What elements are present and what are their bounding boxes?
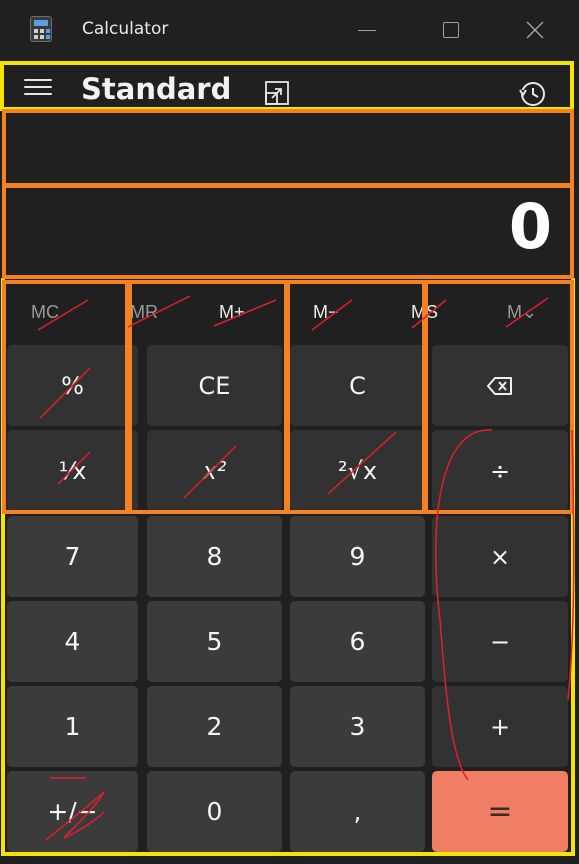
memory-list-button[interactable]: M⌄ [507,302,537,323]
window-title: Calculator [82,19,169,39]
digit-8-button[interactable]: 8 [147,516,282,597]
divide-button[interactable]: ÷ [432,430,568,511]
memory-recall-button[interactable]: MR [130,302,158,323]
digit-6-button[interactable]: 6 [290,601,425,682]
multiply-button[interactable]: × [432,516,568,597]
close-button[interactable] [512,12,558,48]
digit-4-button[interactable]: 4 [7,601,138,682]
keep-on-top-button[interactable] [264,80,290,106]
clear-entry-button[interactable]: CE [147,345,282,426]
equals-button[interactable]: = [432,771,568,852]
memory-clear-button[interactable]: MC [31,302,59,323]
memory-store-button[interactable]: MS [411,302,438,323]
digit-9-button[interactable]: 9 [290,516,425,597]
memory-add-button[interactable]: M+ [219,302,245,323]
calculator-header: Standard [0,60,579,110]
minimize-button[interactable] [344,12,390,48]
negate-button[interactable]: +/− [7,771,138,852]
reciprocal-button[interactable]: ⅟x [7,430,138,511]
digit-3-button[interactable]: 3 [290,686,425,767]
digit-0-button[interactable]: 0 [147,771,282,852]
expression-area [6,112,570,184]
digit-2-button[interactable]: 2 [147,686,282,767]
digit-7-button[interactable]: 7 [7,516,138,597]
history-button[interactable] [516,78,548,110]
keep-on-top-icon [265,81,289,105]
memory-row: MC MR M+ M− MS M⌄ [0,290,579,342]
square-button[interactable]: x² [147,430,282,511]
subtract-button[interactable]: − [432,601,568,682]
result-display: 0 [6,186,570,276]
digit-1-button[interactable]: 1 [7,686,138,767]
close-icon [526,21,544,39]
square-root-button[interactable]: ²√x [290,430,425,511]
backspace-icon [487,376,512,395]
maximize-button[interactable] [428,12,474,48]
navigation-menu-button[interactable] [22,74,54,100]
memory-subtract-button[interactable]: M− [313,302,339,323]
clear-button[interactable]: C [290,345,425,426]
digit-5-button[interactable]: 5 [147,601,282,682]
calculator-app-icon [30,16,52,42]
backspace-button[interactable] [432,345,568,426]
maximize-icon [443,22,459,38]
title-bar: Calculator [0,0,579,60]
percent-button[interactable]: % [7,345,138,426]
display-value: 0 [508,190,552,263]
add-button[interactable]: + [432,686,568,767]
mode-title: Standard [81,72,232,106]
history-icon [519,82,545,106]
minimize-icon [358,29,376,31]
decimal-button[interactable]: , [290,771,425,852]
